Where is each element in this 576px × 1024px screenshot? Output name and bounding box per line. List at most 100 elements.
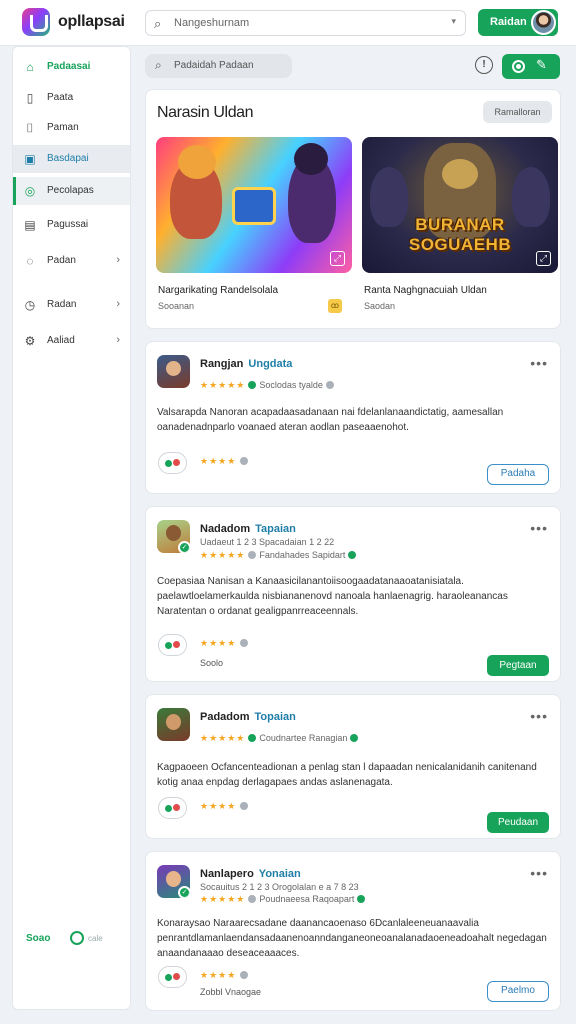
sidebar-item-radan[interactable]: ◷ Radan › — [13, 291, 130, 319]
sidebar-item-label: Pagussai — [47, 219, 89, 230]
search-placeholder: Nangeshurnam — [174, 17, 250, 29]
game-subtitle: Saodan — [364, 301, 396, 311]
expand-icon[interactable]: ⤢ — [330, 251, 345, 266]
review-action-button[interactable]: Paelmo — [487, 981, 549, 1002]
review-meta: Socauitus 2 1 2 3 Orogolalan e a 7 8 23 — [200, 882, 359, 892]
featured-more-button[interactable]: Ramalloran — [483, 101, 552, 123]
verified-icon: ✓ — [178, 886, 190, 898]
sidebar-item-aaliad[interactable]: ⚙ Aaliad › — [13, 327, 130, 355]
gear-icon: ⚙ — [24, 334, 36, 348]
sidebar-item-label: Basdapai — [47, 153, 89, 164]
featured-section: Narasin Uldan Ramalloran ⤢ Nargarikating… — [145, 89, 561, 329]
edit-icon: ✎ — [536, 57, 547, 72]
game-card[interactable]: BURANAR SOGUAEHB ⤢ Ranta Naghgnacuiah Ul… — [362, 135, 558, 329]
reviewer-tag[interactable]: Topaian — [255, 711, 296, 723]
character-hair — [178, 145, 216, 179]
rating-stars: ★★★★ — [200, 970, 249, 981]
info-dot-icon — [240, 971, 249, 979]
rating-row: ★★★★★ Poudnaeesa Raqoapart — [200, 894, 368, 905]
rating-stars: ★★★★ — [200, 456, 249, 467]
expand-icon[interactable]: ⤢ — [536, 251, 551, 266]
sidebar-item-pagussai[interactable]: ▤ Pagussai — [13, 211, 130, 239]
review-card: Rangjan Ungdata ★★★★★ Soclodas tyalde ••• … — [145, 341, 561, 494]
warrior-helmet — [442, 159, 478, 189]
sidebar-item-home[interactable]: ⌂ Padaasai — [13, 53, 130, 81]
reviewer-avatar[interactable] — [157, 355, 190, 388]
toolbar-action-button[interactable]: ✎ — [502, 54, 560, 79]
reactions-button[interactable] — [158, 634, 187, 656]
review-body: Valsarapda Nanoran acapadaasadanaan nai … — [157, 407, 504, 433]
list-icon: ▤ — [24, 218, 36, 232]
reactions-button[interactable] — [158, 797, 187, 819]
review-action-button[interactable]: Padaha — [487, 464, 549, 485]
info-dot-icon — [325, 381, 334, 389]
sidebar-item-label: Paman — [47, 122, 79, 133]
document-icon: ▯ — [26, 91, 34, 105]
review-footer: Zobbl Vnaogae — [200, 987, 262, 997]
game-logo-text: BURANAR SOGUAEHB — [408, 215, 512, 254]
reactions-button[interactable] — [158, 966, 187, 988]
settings-icon: ◌ — [26, 254, 34, 268]
sidebar-item-pecolapas[interactable]: ◎ Pecolapas — [13, 177, 130, 205]
review-action-button[interactable]: Pegtaan — [487, 655, 549, 676]
sidebar-item-basdapai[interactable]: ▣ Basdapai — [13, 145, 130, 173]
record-icon — [512, 60, 525, 73]
sidebar-item-padan[interactable]: ◌ Padan › — [13, 247, 130, 275]
review-footer: Soolo — [200, 658, 224, 668]
rating-row: ★★★★★ Coudnartee Ranagian — [200, 733, 361, 744]
header-action-label: Raidan — [490, 16, 527, 28]
more-options-icon[interactable]: ••• — [530, 520, 548, 536]
reviewer-tag[interactable]: Yonaian — [259, 868, 301, 880]
game-card[interactable]: ⤢ Nargarikating Randelsolala Sooanan ꝏ — [156, 135, 352, 329]
sidebar-item-label: Paata — [47, 92, 74, 103]
folder-icon: ⌷ — [26, 121, 34, 135]
calendar-icon: ▣ — [24, 152, 36, 166]
review-action-button[interactable]: Peudaan — [487, 812, 549, 833]
review-body: Konaraysao Naraarecsadane daanancaoenaso… — [157, 918, 547, 959]
reviewer-tag[interactable]: Tapaian — [255, 523, 296, 535]
reactions-button[interactable] — [158, 452, 187, 474]
more-options-icon[interactable]: ••• — [530, 355, 548, 371]
chevron-right-icon: › — [116, 298, 120, 310]
sidebar-footer-label[interactable]: Soao — [26, 933, 50, 944]
like-icon — [165, 974, 172, 981]
sidebar-item-paata[interactable]: ▯ Paata — [13, 84, 130, 112]
like-icon — [165, 642, 172, 649]
game-thumbnail[interactable]: ⤢ — [156, 137, 352, 273]
app-logo[interactable] — [22, 8, 50, 36]
review-body: Coepasiaa Nanisan a Kanaasicilanantoiiso… — [157, 576, 508, 617]
sidebar-item-label: Aaliad — [47, 335, 75, 346]
reviewer-avatar[interactable]: ✓ — [157, 520, 190, 553]
toggle-icon[interactable] — [70, 931, 84, 945]
user-avatar[interactable] — [531, 10, 556, 35]
verified-icon — [357, 895, 366, 903]
clock-icon: ◷ — [24, 298, 36, 312]
filter-search-input[interactable]: ⌕ Padaidah Padaan — [145, 54, 292, 78]
search-icon: ⌕ — [155, 58, 162, 72]
sidebar-item-label: Padan — [47, 255, 76, 266]
chevron-down-icon[interactable]: ▾ — [451, 16, 456, 27]
avatar-face — [166, 871, 181, 887]
info-dot-icon — [248, 551, 257, 559]
verified-icon: ✓ — [178, 541, 190, 553]
chevron-right-icon: › — [116, 254, 120, 266]
brand-name: opllapsai — [58, 13, 125, 30]
game-thumbnail[interactable]: BURANAR SOGUAEHB ⤢ — [362, 137, 558, 273]
reviewer-avatar[interactable] — [157, 708, 190, 741]
sidebar-item-paman[interactable]: ⌷ Paman — [13, 114, 130, 142]
review-source: Fandahades Sapidart — [259, 550, 346, 560]
rating-row: ★★★★★ Fandahades Sapidart — [200, 550, 359, 561]
avatar-face — [166, 525, 181, 541]
rating-stars: ★★★★ — [200, 801, 249, 812]
rating-row: ★★★★★ Soclodas tyalde — [200, 380, 337, 391]
info-dot-icon — [240, 639, 249, 647]
info-dot-icon — [240, 802, 249, 810]
heart-icon — [173, 973, 180, 980]
more-options-icon[interactable]: ••• — [530, 865, 548, 881]
reviewer-avatar[interactable]: ✓ — [157, 865, 190, 898]
reviewer-tag[interactable]: Ungdata — [248, 358, 292, 370]
more-options-icon[interactable]: ••• — [530, 708, 548, 724]
reviewer-name-text: Padadom — [200, 711, 250, 723]
search-input[interactable]: ⌕ Nangeshurnam ▾ — [145, 10, 466, 36]
info-icon[interactable]: ! — [475, 56, 493, 74]
